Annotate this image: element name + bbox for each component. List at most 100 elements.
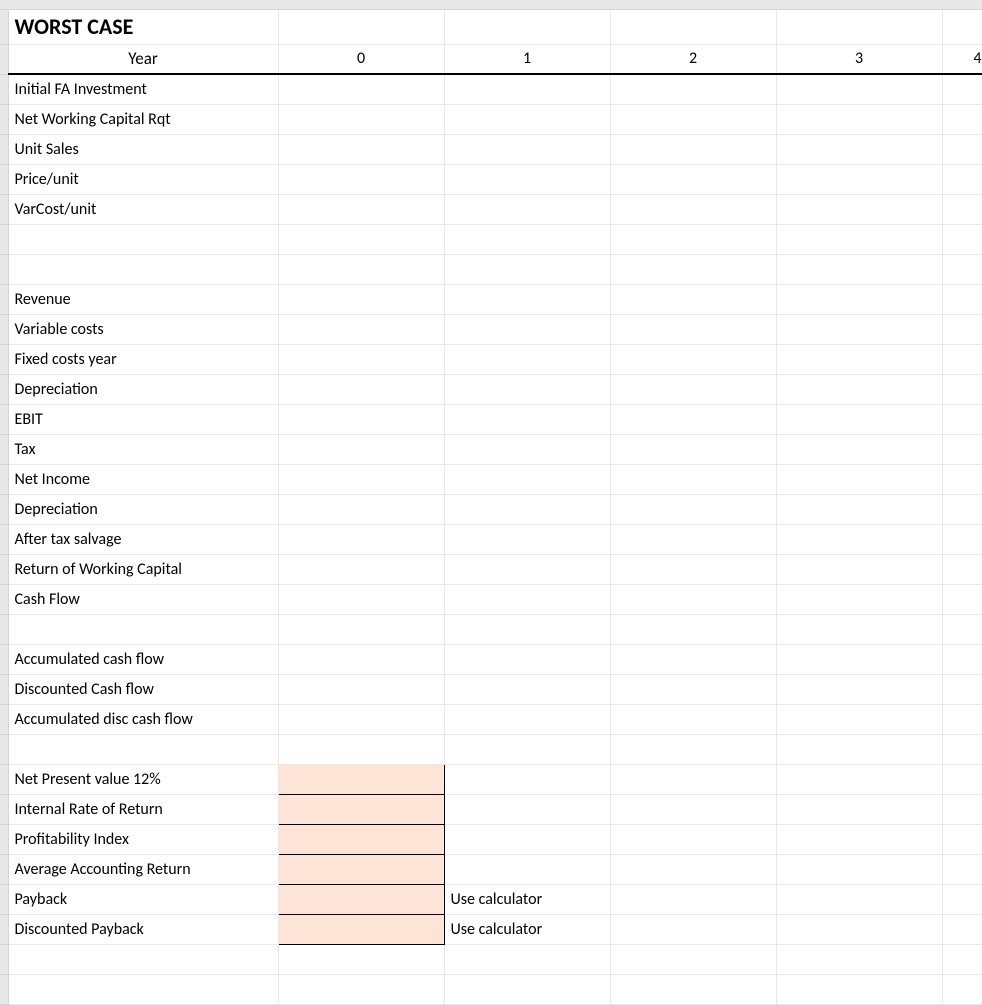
row-label[interactable]: Discounted Cash flow [8, 674, 278, 704]
cell[interactable] [776, 464, 942, 494]
cell[interactable] [610, 614, 776, 644]
row-label[interactable]: Initial FA Investment [8, 74, 278, 104]
summary-value-cell[interactable] [278, 854, 444, 884]
summary-note-cell[interactable] [444, 824, 610, 854]
row-header-cell[interactable] [0, 164, 8, 194]
cell[interactable] [942, 254, 982, 284]
row-header-cell[interactable] [0, 134, 8, 164]
cell[interactable] [776, 584, 942, 614]
cell[interactable] [8, 944, 278, 974]
row-header-cell[interactable] [0, 614, 8, 644]
cell[interactable] [610, 284, 776, 314]
row-label[interactable]: Cash Flow [8, 584, 278, 614]
year-label-cell[interactable]: Year [8, 44, 278, 74]
cell[interactable] [776, 224, 942, 254]
cell[interactable] [444, 404, 610, 434]
cell[interactable] [610, 704, 776, 734]
row-label[interactable]: Accumulated disc cash flow [8, 704, 278, 734]
cell[interactable] [444, 284, 610, 314]
cell[interactable] [444, 614, 610, 644]
row-header-cell[interactable] [0, 704, 8, 734]
row-header-cell[interactable] [0, 914, 8, 944]
row-label[interactable] [8, 614, 278, 644]
cell[interactable] [278, 404, 444, 434]
cell[interactable] [942, 704, 982, 734]
year-col-1[interactable]: 1 [444, 44, 610, 74]
summary-note-cell[interactable]: Use calculator [444, 884, 610, 914]
row-label[interactable]: After tax salvage [8, 524, 278, 554]
cell[interactable] [278, 194, 444, 224]
row-header-cell[interactable] [0, 584, 8, 614]
cell[interactable] [444, 134, 610, 164]
cell[interactable] [942, 914, 982, 944]
cell[interactable] [610, 854, 776, 884]
cell[interactable] [444, 194, 610, 224]
cell[interactable] [942, 104, 982, 134]
row-label[interactable]: Net Working Capital Rqt [8, 104, 278, 134]
cell[interactable] [610, 344, 776, 374]
row-label[interactable]: Unit Sales [8, 134, 278, 164]
cell[interactable] [444, 344, 610, 374]
cell[interactable] [776, 344, 942, 374]
cell[interactable] [8, 974, 278, 1004]
summary-label[interactable]: Internal Rate of Return [8, 794, 278, 824]
cell[interactable] [444, 644, 610, 674]
row-label[interactable] [8, 224, 278, 254]
year-col-3[interactable]: 3 [776, 44, 942, 74]
cell[interactable] [776, 284, 942, 314]
row-header-cell[interactable] [0, 44, 8, 74]
row-header-cell[interactable] [0, 314, 8, 344]
cell[interactable] [610, 314, 776, 344]
cell[interactable] [776, 374, 942, 404]
cell[interactable] [610, 224, 776, 254]
cell[interactable] [942, 644, 982, 674]
cell[interactable] [942, 854, 982, 884]
cell[interactable] [776, 794, 942, 824]
row-header-cell[interactable] [0, 464, 8, 494]
cell[interactable] [278, 10, 444, 44]
summary-value-cell[interactable] [278, 764, 444, 794]
cell[interactable] [278, 464, 444, 494]
cell[interactable] [444, 74, 610, 104]
year-col-4[interactable]: 4 [942, 44, 982, 74]
cell[interactable] [942, 764, 982, 794]
cell[interactable] [278, 374, 444, 404]
cell[interactable] [776, 10, 942, 44]
cell[interactable] [610, 824, 776, 854]
cell[interactable] [278, 614, 444, 644]
row-header-cell[interactable] [0, 794, 8, 824]
cell[interactable] [942, 284, 982, 314]
cell[interactable] [278, 344, 444, 374]
cell[interactable] [942, 314, 982, 344]
row-label[interactable]: Depreciation [8, 494, 278, 524]
cell[interactable] [278, 164, 444, 194]
row-label[interactable]: Tax [8, 434, 278, 464]
row-header-cell[interactable] [0, 884, 8, 914]
row-header-cell[interactable] [0, 674, 8, 704]
cell[interactable] [610, 554, 776, 584]
summary-label[interactable]: Discounted Payback [8, 914, 278, 944]
cell[interactable] [610, 74, 776, 104]
cell[interactable] [942, 464, 982, 494]
cell[interactable] [444, 974, 610, 1004]
cell[interactable] [942, 824, 982, 854]
cell[interactable] [776, 404, 942, 434]
cell[interactable] [610, 794, 776, 824]
summary-note-cell[interactable] [444, 794, 610, 824]
cell[interactable] [278, 704, 444, 734]
row-header-cell[interactable] [0, 194, 8, 224]
cell[interactable] [776, 194, 942, 224]
cell[interactable] [278, 674, 444, 704]
cell[interactable] [610, 464, 776, 494]
row-header-cell[interactable] [0, 494, 8, 524]
row-header-cell[interactable] [0, 224, 8, 254]
row-label[interactable]: VarCost/unit [8, 194, 278, 224]
cell[interactable] [776, 254, 942, 284]
cell[interactable] [776, 554, 942, 584]
cell[interactable] [776, 704, 942, 734]
row-header-cell[interactable] [0, 434, 8, 464]
cell[interactable] [278, 104, 444, 134]
cell[interactable] [278, 524, 444, 554]
cell[interactable] [942, 10, 982, 44]
cell[interactable] [444, 224, 610, 254]
